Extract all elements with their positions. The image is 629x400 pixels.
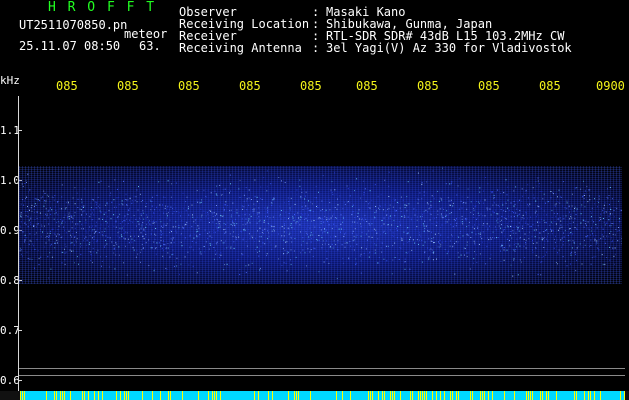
y-tick-label: 1.0: [0, 174, 20, 187]
meta-key: Receiving Antenna: [179, 41, 302, 55]
time-tick-label: 085: [178, 79, 200, 93]
time-tick-label: 085: [239, 79, 261, 93]
meta-value: 3el Yagi(V) Az 330 for Vladivostok: [326, 41, 572, 55]
y-axis-unit: kHz: [0, 74, 20, 87]
time-tick-label: 085: [417, 79, 439, 93]
hrofft-window: H R O F F T UT2511070850.pn 25.11.07 08:…: [0, 0, 629, 400]
app-brand: H R O F F T: [48, 0, 157, 15]
signal-noise-texture: [19, 167, 622, 281]
meta-colon: :: [312, 41, 320, 55]
spectrogram-plot: [18, 96, 625, 392]
meteor-count: 63.: [139, 39, 161, 53]
time-tick-label: 085: [478, 79, 500, 93]
time-tick-label: 085: [356, 79, 378, 93]
meta-row-antenna: Receiving Antenna : 3el Yagi(V) Az 330 f…: [179, 42, 572, 54]
detection-strip: [0, 391, 629, 400]
time-tick-label: 085: [539, 79, 561, 93]
time-tick-label: 085: [56, 79, 78, 93]
y-tick-label: 0.6: [0, 374, 20, 387]
y-tick-label: 0.8: [0, 274, 20, 287]
time-tick-label: 085: [300, 79, 322, 93]
reference-line: [19, 375, 625, 376]
y-tick-label: 0.9: [0, 224, 20, 237]
file-name: UT2511070850.pn: [19, 18, 128, 32]
y-tick-label: 1.1: [0, 124, 20, 137]
date-time: 25.11.07 08:50: [19, 39, 121, 53]
time-tick-label: 085: [117, 79, 139, 93]
time-tick-label: 0900: [596, 79, 625, 93]
reference-line: [19, 368, 625, 369]
y-tick-label: 0.7: [0, 324, 20, 337]
